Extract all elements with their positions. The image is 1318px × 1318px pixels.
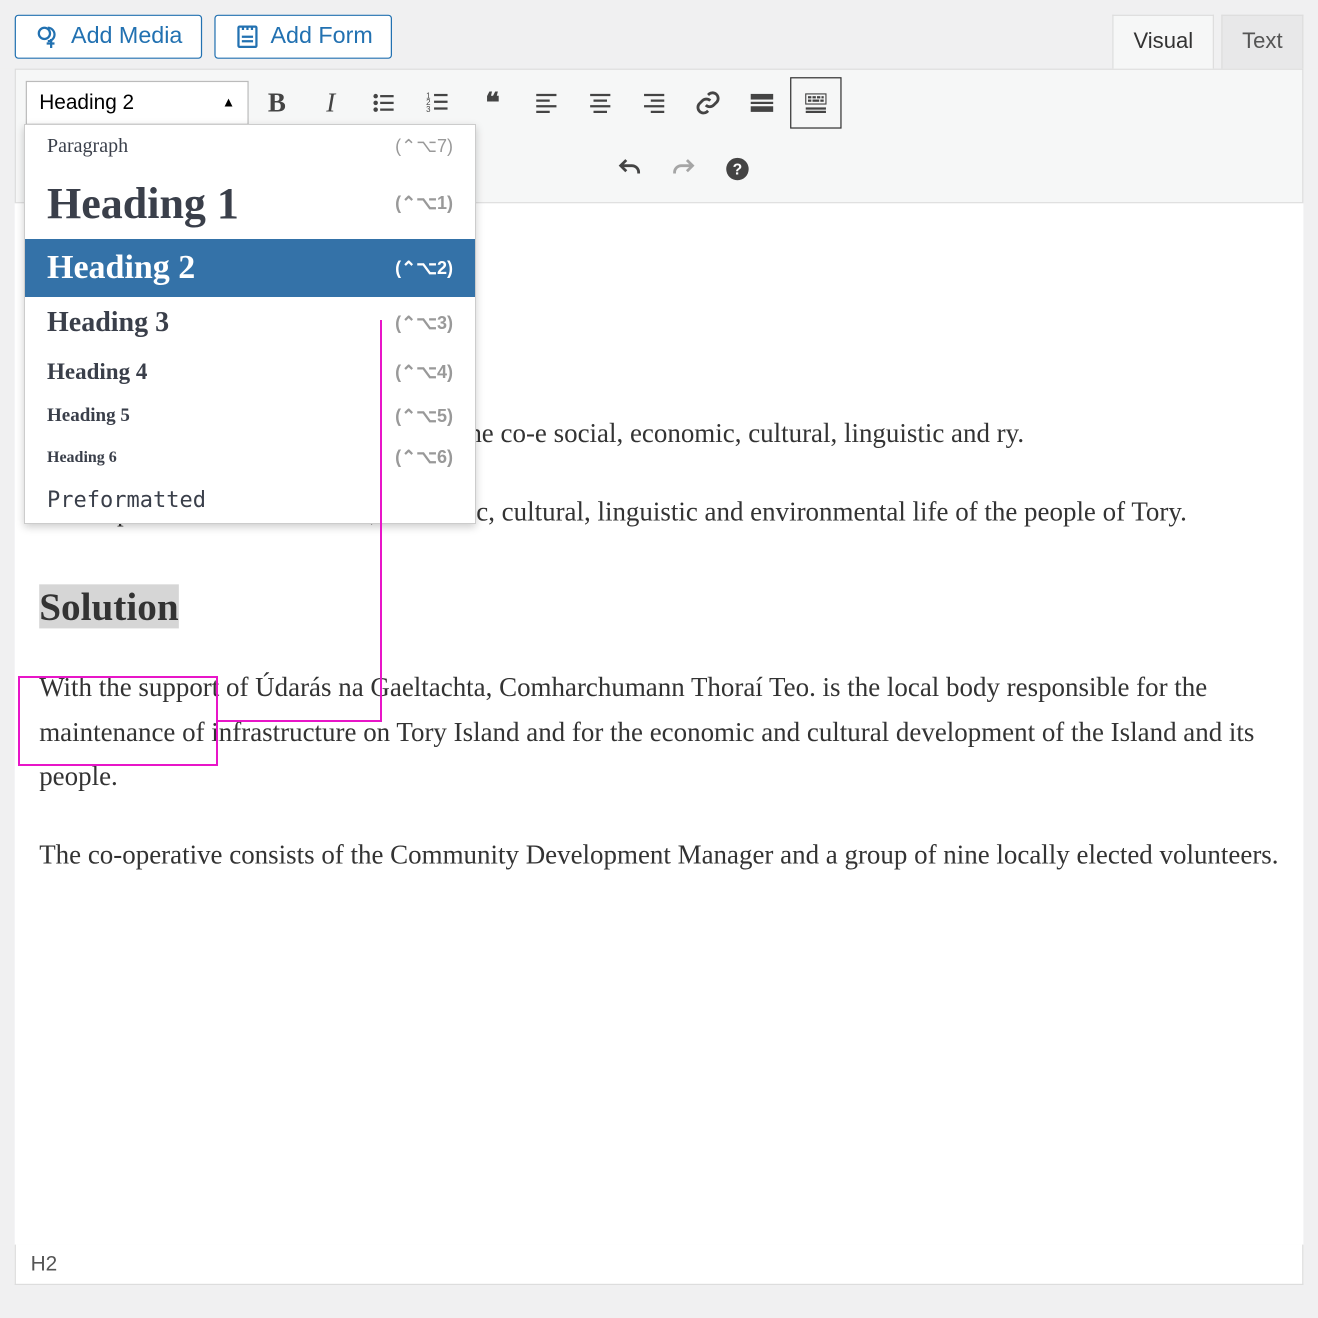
format-option-paragraph[interactable]: Paragraph(⌃⌥7) (25, 125, 475, 168)
annotation-line (380, 320, 382, 722)
number-list-button[interactable]: 123 (413, 77, 464, 128)
format-option-heading-4[interactable]: Heading 4(⌃⌥4) (25, 349, 475, 395)
format-select-label: Heading 2 (39, 91, 134, 116)
format-option-preformatted[interactable]: Preformatted (25, 478, 475, 523)
add-form-button[interactable]: Add Form (214, 15, 392, 59)
content-paragraph: The co-operative consists of the Communi… (39, 833, 1279, 877)
link-button[interactable] (682, 77, 733, 128)
form-icon (234, 23, 261, 50)
format-select[interactable]: Heading 2 ▲ (26, 81, 249, 125)
annotation-line (218, 720, 382, 722)
align-left-button[interactable] (521, 77, 572, 128)
format-option-heading-5[interactable]: Heading 5(⌃⌥5) (25, 395, 475, 437)
svg-text:3: 3 (426, 105, 431, 114)
content-heading-solution: Solution (39, 574, 1279, 639)
add-media-button[interactable]: Add Media (15, 15, 202, 59)
element-path: H2 (31, 1252, 58, 1275)
format-option-heading-1[interactable]: Heading 1(⌃⌥1) (25, 168, 475, 239)
chevron-up-icon: ▲ (222, 96, 235, 111)
format-option-heading-2[interactable]: Heading 2(⌃⌥2) (25, 239, 475, 297)
italic-button[interactable]: I (305, 77, 356, 128)
redo-button[interactable] (658, 143, 709, 194)
media-icon (34, 23, 61, 50)
add-form-label: Add Form (271, 23, 373, 50)
format-dropdown: Paragraph(⌃⌥7)Heading 1(⌃⌥1)Heading 2(⌃⌥… (24, 124, 476, 524)
readmore-button[interactable] (736, 77, 787, 128)
status-bar: H2 (15, 1245, 1304, 1285)
tab-text[interactable]: Text (1221, 15, 1303, 69)
format-option-heading-3[interactable]: Heading 3(⌃⌥3) (25, 297, 475, 349)
svg-text:?: ? (733, 162, 743, 179)
tab-visual[interactable]: Visual (1113, 15, 1214, 69)
blockquote-button[interactable]: ❝ (467, 77, 518, 128)
add-media-label: Add Media (71, 23, 182, 50)
help-button[interactable]: ? (712, 143, 763, 194)
undo-button[interactable] (604, 143, 655, 194)
bold-button[interactable]: B (251, 77, 302, 128)
align-right-button[interactable] (628, 77, 679, 128)
format-option-heading-6[interactable]: Heading 6(⌃⌥6) (25, 437, 475, 478)
editor-top-bar: Add Media Add Form Visual Text (0, 0, 1318, 69)
content-paragraph: With the support of Údarás na Gaeltachta… (39, 666, 1279, 799)
align-center-button[interactable] (575, 77, 626, 128)
bullet-list-button[interactable] (359, 77, 410, 128)
toolbar-toggle-button[interactable] (790, 77, 841, 128)
